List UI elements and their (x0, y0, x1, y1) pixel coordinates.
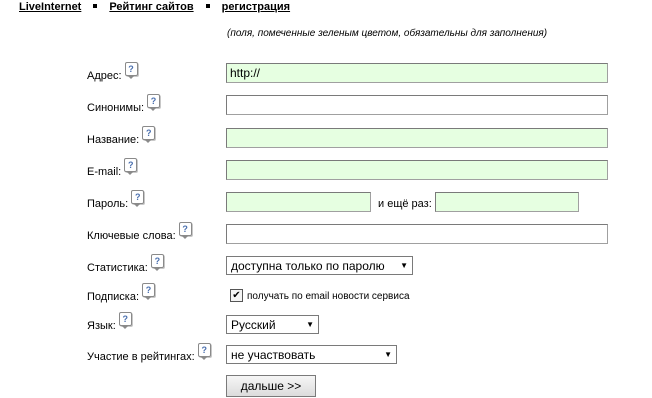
stats-label-group: Статистика: ? (87, 254, 164, 274)
subscription-text: получать по email новости сервиса (247, 291, 410, 302)
ratings-label: Участие в рейтингах: (87, 351, 195, 363)
name-label-group: Название: ? (87, 126, 156, 146)
email-input[interactable] (226, 160, 608, 180)
address-input[interactable]: http:// (226, 63, 608, 83)
language-label: Язык: (87, 320, 116, 332)
email-label-group: E-mail: ? (87, 158, 138, 178)
ratings-label-group: Участие в рейтингах: ? (87, 343, 211, 363)
stats-label: Статистика: (87, 262, 148, 274)
subscription-checkbox[interactable]: ✔ (230, 289, 243, 302)
password-input[interactable] (226, 192, 371, 212)
password-label: Пароль: (87, 198, 129, 210)
ratings-select-value: не участвовать (231, 347, 316, 362)
name-label: Название: (87, 134, 140, 146)
dropdown-arrow-icon: ▼ (384, 350, 392, 359)
subscription-label-group: Подписка: ? (87, 283, 156, 303)
next-button[interactable]: дальше >> (226, 375, 316, 397)
email-label: E-mail: (87, 166, 122, 178)
language-label-group: Язык: ? (87, 312, 132, 332)
keywords-input[interactable] (226, 224, 608, 244)
help-icon[interactable]: ? (124, 158, 138, 175)
help-icon[interactable]: ? (147, 94, 161, 111)
top-navigation: LiveInternet Рейтинг сайтов регистрация (19, 1, 290, 13)
password-confirm-input[interactable] (435, 192, 579, 212)
help-icon[interactable]: ? (178, 222, 192, 239)
nav-separator (205, 4, 210, 9)
stats-select[interactable]: доступна только по паролю ▼ (226, 256, 413, 275)
help-icon[interactable]: ? (118, 312, 132, 329)
synonyms-label: Синонимы: (87, 102, 145, 114)
stats-select-value: доступна только по паролю (231, 258, 385, 273)
subscription-label: Подписка: (87, 291, 140, 303)
keywords-label: Ключевые слова: (87, 230, 176, 242)
help-icon[interactable]: ? (150, 254, 164, 271)
help-icon[interactable]: ? (142, 126, 156, 143)
help-icon[interactable]: ? (124, 62, 138, 79)
nav-link-register[interactable]: регистрация (222, 1, 290, 13)
address-label: Адрес: (87, 70, 122, 82)
ratings-select[interactable]: не участвовать ▼ (226, 345, 397, 364)
password-again-label: и ещё раз: (378, 198, 432, 210)
synonyms-input[interactable] (226, 95, 608, 115)
nav-link-rating[interactable]: Рейтинг сайтов (109, 1, 193, 13)
nav-link-liveinternet[interactable]: LiveInternet (19, 1, 81, 13)
help-icon[interactable]: ? (142, 283, 156, 300)
language-select-value: Русский (231, 317, 276, 332)
password-label-group: Пароль: ? (87, 190, 145, 210)
address-label-group: Адрес: ? (87, 62, 138, 82)
required-fields-hint: (поля, помеченные зеленым цветом, обязат… (227, 28, 548, 39)
keywords-label-group: Ключевые слова: ? (87, 222, 192, 242)
dropdown-arrow-icon: ▼ (306, 320, 314, 329)
synonyms-label-group: Синонимы: ? (87, 94, 161, 114)
nav-separator (93, 4, 98, 9)
dropdown-arrow-icon: ▼ (400, 261, 408, 270)
help-icon[interactable]: ? (131, 190, 145, 207)
language-select[interactable]: Русский ▼ (226, 315, 319, 334)
site-name-input[interactable] (226, 128, 608, 148)
help-icon[interactable]: ? (197, 343, 211, 360)
